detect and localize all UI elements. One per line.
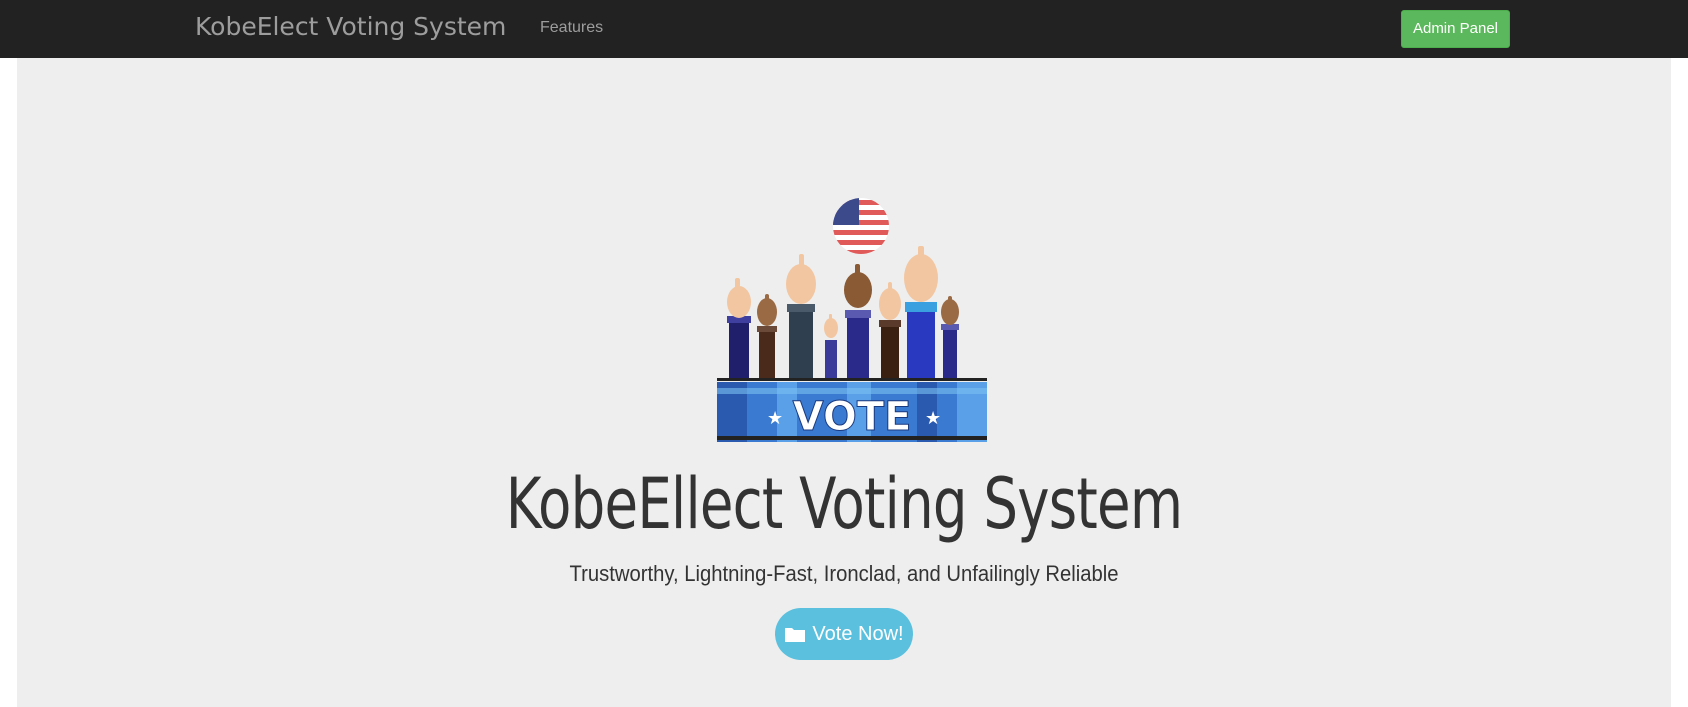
folder-icon [785,628,806,642]
svg-text:★: ★ [767,408,783,429]
us-flag-icon [833,198,889,254]
hero-title: KobeEllect Voting System [505,463,1183,545]
navbar: KobeElect Voting System Features Admin P… [0,0,1688,58]
page-margin-right [1671,58,1688,707]
vote-now-label: Vote Now! [812,622,904,645]
nav-link-features[interactable]: Features [540,19,603,37]
brand-link[interactable]: KobeElect Voting System [195,12,506,41]
vote-banner-text: VOTE [793,394,912,440]
vote-now-button[interactable]: Vote Now! [775,608,913,660]
hero-jumbotron: ★ ★ VOTE KobeEllect Voting System Trustw… [17,58,1671,707]
vote-illustration: ★ ★ VOTE [717,198,987,442]
vote-banner: ★ ★ VOTE [717,378,987,442]
svg-text:★: ★ [925,408,941,429]
raised-hands [727,246,959,380]
admin-panel-button[interactable]: Admin Panel [1401,10,1510,48]
hero-subtitle: Trustworthy, Lightning-Fast, Ironclad, a… [569,561,1119,586]
